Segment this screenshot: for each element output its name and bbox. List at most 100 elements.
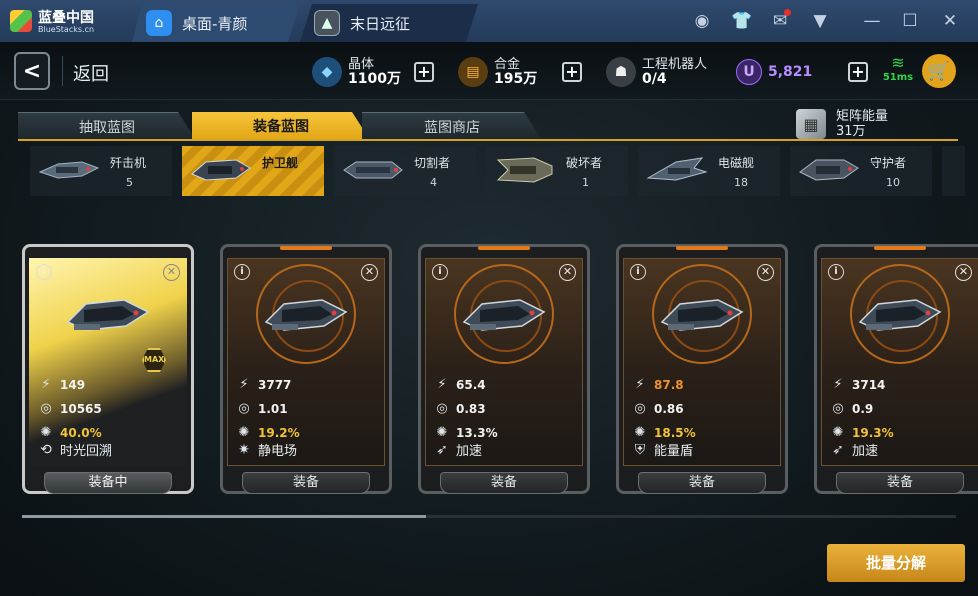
equip-button[interactable]: 装备: [440, 472, 568, 494]
info-icon[interactable]: i: [630, 264, 646, 280]
skill-row: ✷ 静电场: [236, 440, 298, 460]
equipped-button[interactable]: 装备中: [44, 472, 172, 494]
scrollbar-thumb[interactable]: [22, 515, 426, 518]
blueprint-card[interactable]: i ✕ ⚡ 65.4 ◎ 0.83 ✺ 13.3% ➶ 加速 装备: [418, 244, 590, 494]
ship-type-name: 电磁舰: [718, 156, 755, 170]
resource-name: 工程机器人: [642, 57, 708, 72]
tab-equip-blueprint[interactable]: 装备蓝图: [192, 112, 370, 140]
static-field-icon: ✷: [238, 441, 250, 458]
tab-blueprint-shop[interactable]: 蓝图商店: [362, 112, 542, 140]
info-icon[interactable]: i: [432, 264, 448, 280]
ship-type-railgun[interactable]: 电磁舰 18: [638, 146, 780, 196]
tab-game[interactable]: ▲ 末日远征: [300, 4, 478, 42]
resource-value: 1100万: [348, 71, 401, 87]
discard-icon[interactable]: ✕: [559, 264, 576, 281]
speed-icon: ⚡: [239, 377, 249, 392]
ping-value: 51ms: [882, 72, 914, 83]
back-button[interactable]: <: [14, 52, 50, 90]
blueprint-card[interactable]: i ✕ ⚡ 87.8 ◎ 0.86 ✺ 18.5% ⛨ 能量盾 装备: [616, 244, 788, 494]
ship-type-destroyer[interactable]: 破坏者 1: [486, 146, 628, 196]
ship-type-guardian[interactable]: 守护者 10: [790, 146, 932, 196]
add-alloy-button[interactable]: +: [562, 62, 582, 82]
boost-icon: ➶: [436, 441, 448, 458]
energy-shield-icon: ⛨: [634, 441, 646, 458]
info-icon[interactable]: i: [36, 264, 52, 280]
discard-icon[interactable]: ✕: [955, 264, 972, 281]
ship-type-more[interactable]: [942, 146, 965, 196]
info-icon[interactable]: i: [234, 264, 250, 280]
discard-icon[interactable]: ✕: [163, 264, 180, 281]
add-crystal-button[interactable]: +: [414, 62, 434, 82]
ship-thumbnail-icon: [799, 159, 859, 181]
blueprint-card[interactable]: i ✕ MAX ⚡ 149 ◎ 10565 ✺ 40.0% ⟲ 时光回溯 装备中: [22, 244, 194, 494]
ship-type-count: 5: [126, 176, 133, 189]
tab-draw-blueprint[interactable]: 抽取蓝图: [18, 112, 196, 140]
blueprint-card[interactable]: i ✕ ⚡ 3714 ◎ 0.9 ✺ 19.3% ➶ 加速 装备: [814, 244, 978, 494]
back-label[interactable]: 返回: [73, 60, 109, 86]
ship-type-name: 歼击机: [110, 156, 147, 170]
ship-type-fighter[interactable]: 歼击机 5: [30, 146, 172, 196]
damage-icon: ✺: [634, 425, 646, 440]
alloy-icon: ▤: [458, 57, 488, 87]
skill-name: 加速: [456, 444, 483, 459]
ship-type-frigate[interactable]: 护卫舰: [182, 146, 324, 196]
tab-home[interactable]: ⌂ 桌面-青颜: [132, 4, 300, 42]
u-currency-icon: U: [736, 59, 762, 85]
close-icon[interactable]: ✕: [938, 9, 962, 33]
discard-icon[interactable]: ✕: [757, 264, 774, 281]
skill-name: 静电场: [258, 444, 298, 459]
skill-row: ➶ 加速: [434, 440, 483, 460]
ship-image-icon: [858, 299, 942, 331]
info-icon[interactable]: i: [828, 264, 844, 280]
equip-button[interactable]: 装备: [242, 472, 370, 494]
minimize-icon[interactable]: —: [860, 9, 884, 33]
damage-icon: ✺: [436, 425, 448, 440]
card-top-light: [280, 246, 332, 250]
batch-decompose-button[interactable]: 批量分解: [827, 544, 965, 582]
equip-button[interactable]: 装备: [638, 472, 766, 494]
matrix-energy: ▦ 矩阵能量 31万: [796, 106, 888, 142]
ship-type-strip[interactable]: 歼击机 5 护卫舰 切割者 4 破坏者 1 电磁舰 18 守护者 10: [30, 146, 965, 196]
ship-image-icon: [462, 299, 546, 331]
maximize-icon[interactable]: ☐: [898, 9, 922, 33]
stat-value: 13.3%: [456, 426, 498, 440]
stat-row: ⚡ 87.8: [632, 376, 683, 394]
ship-type-count: 10: [886, 176, 900, 189]
stat-value: 10565: [60, 402, 102, 416]
ship-image-icon: [660, 299, 744, 331]
stat-value: 0.9: [852, 402, 874, 416]
shop-cart-button[interactable]: 🛒: [922, 54, 956, 88]
ship-type-cutter[interactable]: 切割者 4: [334, 146, 476, 196]
mail-icon[interactable]: ✉: [768, 9, 792, 33]
resource-alloy: ▤ 合金 195万: [458, 52, 537, 92]
horizontal-scrollbar[interactable]: [22, 515, 956, 518]
resource-name: 晶体: [348, 57, 375, 72]
matrix-energy-value: 31万: [836, 124, 866, 139]
ship-image-icon: [264, 299, 348, 331]
stat-value: 3777: [258, 378, 292, 392]
blueprint-card[interactable]: i ✕ ⚡ 3777 ◎ 1.01 ✺ 19.2% ✷ 静电场 装备: [220, 244, 392, 494]
stat-row: ◎ 1.01: [236, 400, 288, 418]
stat-value: 149: [60, 378, 86, 392]
robot-icon: ☗: [606, 57, 636, 87]
stat-value: 40.0%: [60, 426, 102, 440]
matrix-cube-icon: ▦: [796, 109, 826, 139]
skill-name: 时光回溯: [60, 444, 113, 459]
menu-icon[interactable]: ▼: [808, 9, 832, 33]
add-u-currency-button[interactable]: +: [848, 62, 868, 82]
armor-icon: ◎: [832, 401, 844, 416]
account-icon[interactable]: ◉: [690, 9, 714, 33]
equip-button[interactable]: 装备: [836, 472, 964, 494]
speed-icon: ⚡: [437, 377, 447, 392]
stat-row: ⚡ 3714: [830, 376, 885, 394]
tshirt-icon[interactable]: 👕: [730, 9, 754, 33]
stat-value: 1.01: [258, 402, 288, 416]
discard-icon[interactable]: ✕: [361, 264, 378, 281]
armor-icon: ◎: [634, 401, 646, 416]
divider: [62, 56, 63, 86]
stat-row: ⚡ 3777: [236, 376, 291, 394]
tab-label: 抽取蓝图: [79, 119, 135, 136]
card-top-light: [676, 246, 728, 250]
ship-type-name: 护卫舰: [262, 156, 299, 170]
brand-name: 蓝叠中国: [38, 10, 94, 26]
